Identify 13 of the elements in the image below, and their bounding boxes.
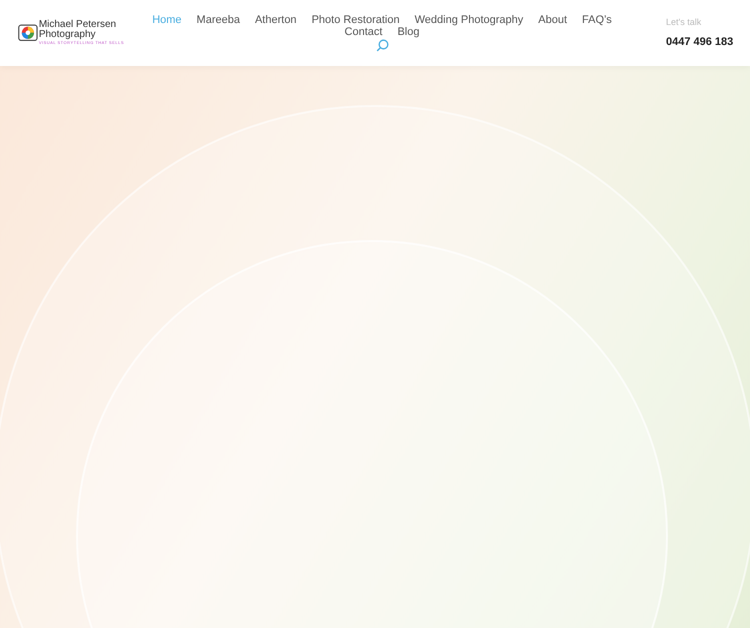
- nav-link[interactable]: Mareeba: [196, 14, 240, 26]
- search-icon[interactable]: [376, 39, 388, 52]
- nav-link[interactable]: About: [538, 14, 568, 26]
- nav-link[interactable]: Atherton: [254, 14, 297, 26]
- nav-link[interactable]: Photo Restoration: [312, 14, 400, 26]
- phone-link[interactable]: 0447 496 183: [666, 34, 732, 50]
- logo-name: Michael Petersen: [38, 20, 118, 30]
- contact-label: Let's talk: [666, 16, 702, 29]
- nav-link[interactable]: FAQ’s: [582, 14, 612, 26]
- nav-link[interactable]: Contact: [344, 26, 382, 38]
- logo-name: Photography: [38, 30, 97, 40]
- nav-link[interactable]: Blog: [397, 26, 420, 38]
- nav-link[interactable]: Wedding Photography: [414, 14, 524, 26]
